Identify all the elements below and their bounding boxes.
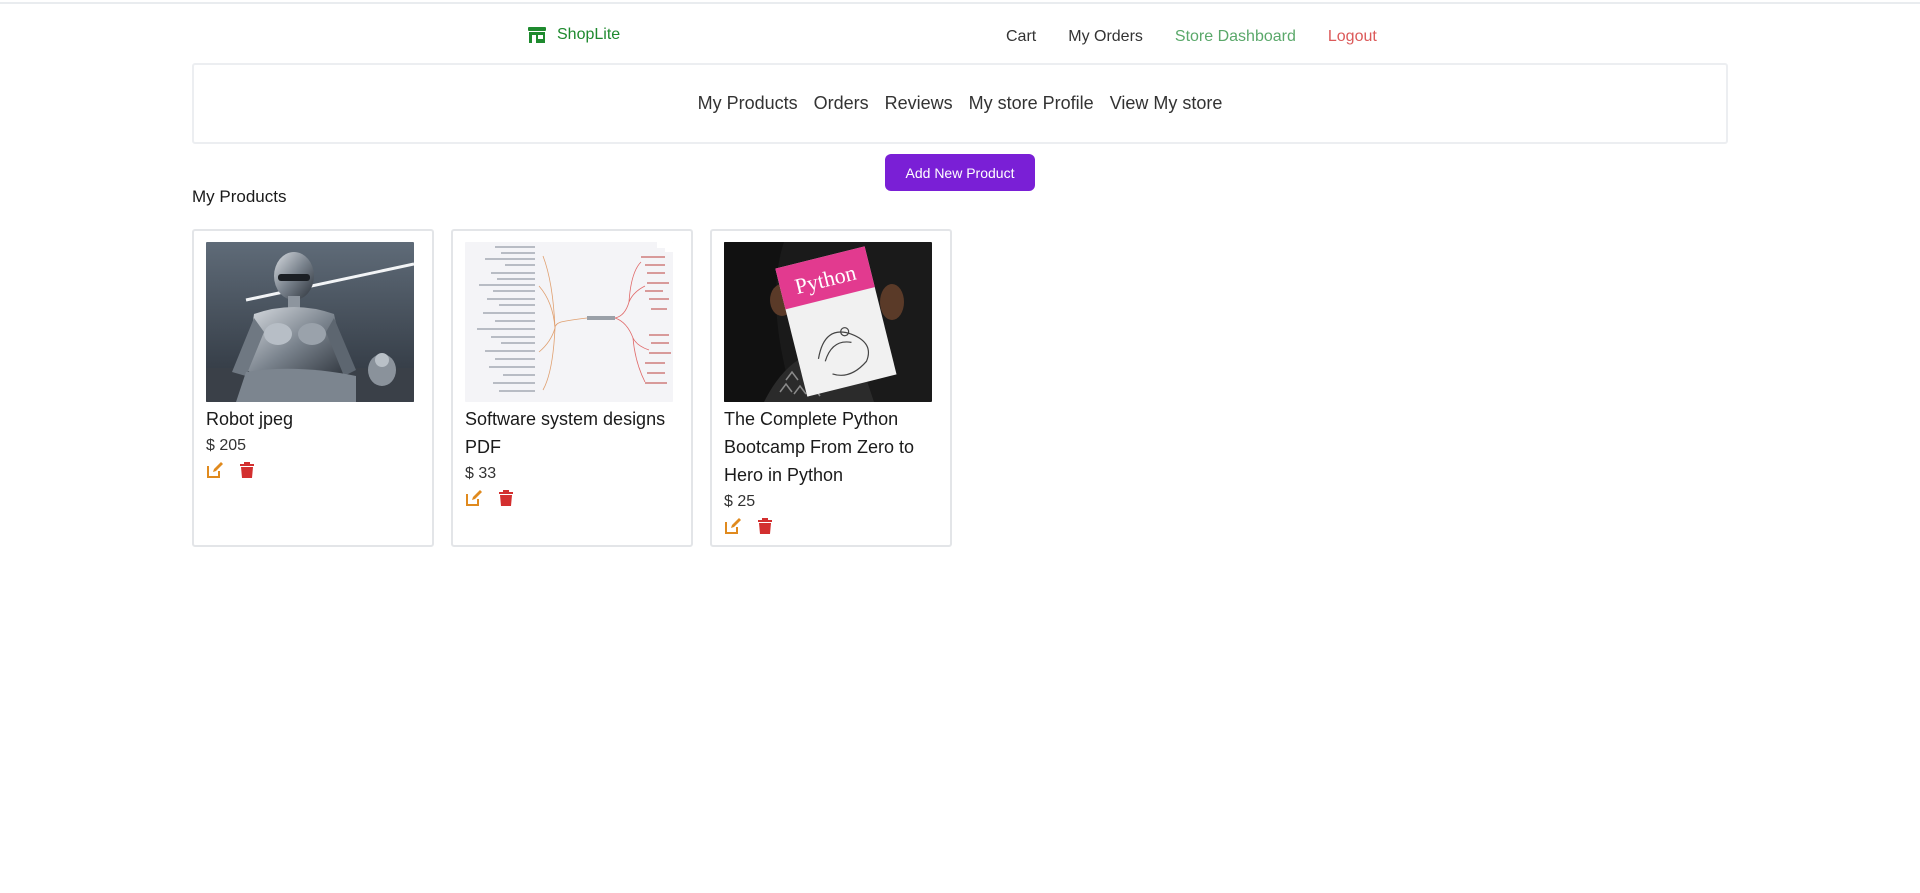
robot-image xyxy=(206,242,414,402)
product-title[interactable]: The Complete Python Bootcamp From Zero t… xyxy=(724,405,938,489)
brand-logo[interactable]: ShopLite xyxy=(527,26,620,44)
edit-icon[interactable] xyxy=(206,461,224,479)
brand-name: ShopLite xyxy=(557,26,621,43)
nav-cart[interactable]: Cart xyxy=(1006,28,1036,46)
top-border xyxy=(0,2,1920,4)
product-image[interactable] xyxy=(465,242,673,402)
product-title[interactable]: Software system designs PDF xyxy=(465,405,679,461)
python-book-image: Python xyxy=(724,242,932,402)
trash-icon[interactable] xyxy=(497,489,515,507)
mindmap-image xyxy=(465,242,673,402)
store-nav-orders[interactable]: Orders xyxy=(814,93,869,114)
product-card: Python The Complete Python Bootcamp From… xyxy=(710,229,952,547)
store-nav-reviews[interactable]: Reviews xyxy=(885,93,953,114)
trash-icon[interactable] xyxy=(238,461,256,479)
store-nav-my-products[interactable]: My Products xyxy=(698,93,798,114)
product-price: $ 205 xyxy=(206,437,247,454)
main-nav: Cart My Orders Store Dashboard Logout xyxy=(1006,28,1377,46)
product-card: Software system designs PDF $ 33 xyxy=(451,229,693,547)
product-price: $ 25 xyxy=(724,493,756,510)
store-nav-view-store[interactable]: View My store xyxy=(1110,93,1223,114)
product-image[interactable] xyxy=(206,242,414,402)
product-title[interactable]: Robot jpeg xyxy=(206,405,420,433)
edit-icon[interactable] xyxy=(465,489,483,507)
store-nav-profile[interactable]: My store Profile xyxy=(969,93,1094,114)
product-price: $ 33 xyxy=(465,465,497,482)
edit-icon[interactable] xyxy=(724,517,742,535)
nav-store-dashboard[interactable]: Store Dashboard xyxy=(1175,28,1296,46)
store-icon xyxy=(528,27,546,43)
nav-my-orders[interactable]: My Orders xyxy=(1068,28,1143,46)
product-image[interactable]: Python xyxy=(724,242,932,402)
product-card: Robot jpeg $ 205 xyxy=(192,229,434,547)
nav-logout[interactable]: Logout xyxy=(1328,28,1377,46)
add-product-button[interactable]: Add New Product xyxy=(885,154,1035,191)
trash-icon[interactable] xyxy=(756,517,774,535)
page-title: My Products xyxy=(192,187,287,206)
store-nav: My Products Orders Reviews My store Prof… xyxy=(192,63,1728,144)
